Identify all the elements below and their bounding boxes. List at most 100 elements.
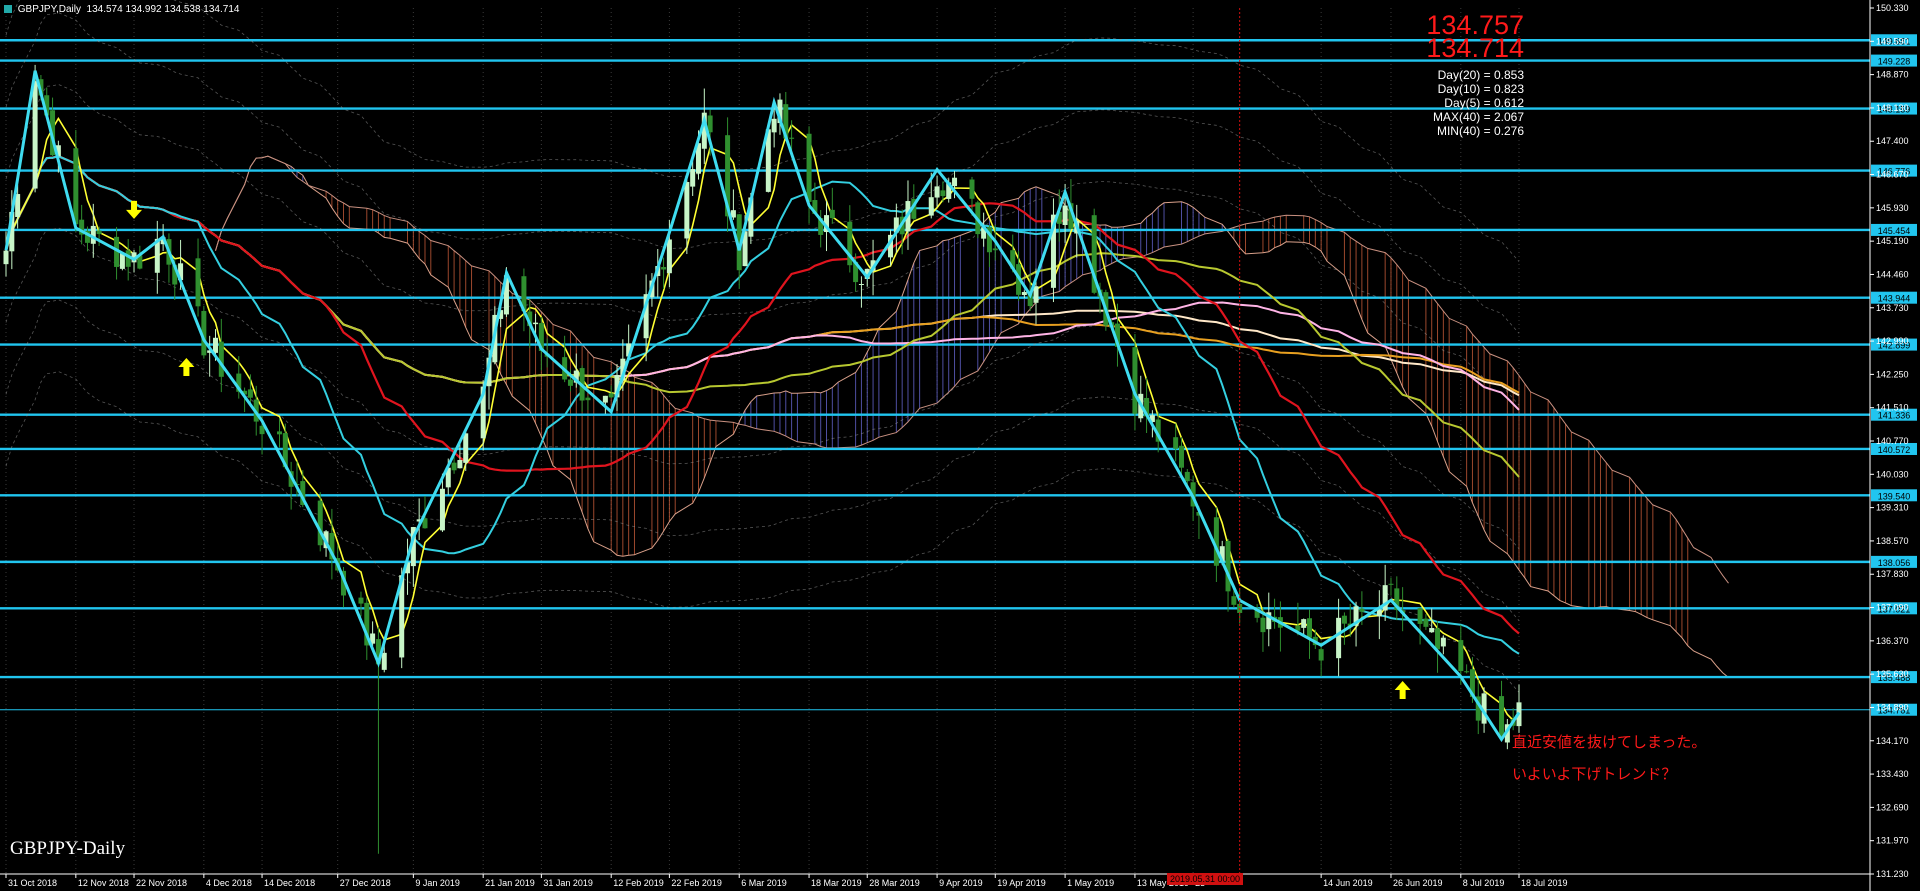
time-tick-label: 8 Jul 2019 (1463, 878, 1505, 888)
candle-body (567, 379, 573, 386)
price-low: 134.714 (1426, 33, 1524, 63)
candle-body (771, 118, 777, 133)
annotation-line-1: 直近安値を抜けてしまった。 (1512, 734, 1707, 751)
candle-body (1231, 596, 1237, 605)
candle-body (439, 488, 445, 531)
candle-body (463, 433, 469, 463)
time-tick-label: 18 Mar 2019 (811, 878, 862, 888)
candle-body (533, 322, 539, 325)
price-tick-label: 141.510 (1876, 403, 1909, 413)
candle-body (1417, 608, 1423, 624)
price-tick-label: 136.370 (1876, 636, 1909, 646)
price-tick-label: 131.230 (1876, 869, 1909, 879)
price-tick-label: 148.130 (1876, 103, 1909, 113)
candle-body (1440, 637, 1446, 647)
candle-body (928, 197, 934, 216)
candle-body (1458, 640, 1464, 672)
level-label: 140.572 (1878, 445, 1911, 455)
candle-body (858, 283, 864, 285)
price-tick-label: 133.430 (1876, 769, 1909, 779)
time-tick-label: 21 Jan 2019 (485, 878, 535, 888)
candle-body (789, 137, 795, 139)
info-panel: 134.757 134.714 Day(20) = 0.853 Day(10) … (1426, 12, 1524, 139)
time-tick-label: 19 Apr 2019 (997, 878, 1046, 888)
chart-header: GBPJPY,Daily 134.574 134.992 134.538 134… (4, 4, 239, 15)
candle-body (1301, 619, 1307, 628)
candle-body (585, 397, 591, 401)
candle-body (969, 179, 975, 199)
ohlc-values: 134.574 134.992 134.538 134.714 (86, 4, 240, 15)
price-tick-label: 131.970 (1876, 836, 1909, 846)
candle-body (602, 395, 608, 403)
price-tick-label: 140.030 (1876, 469, 1909, 479)
candle-body (96, 230, 102, 235)
price-tick-label: 149.590 (1876, 36, 1909, 46)
symbol-timeframe: GBPJPY,Daily (17, 4, 81, 15)
level-label: 149.228 (1878, 57, 1911, 67)
time-tick-label: 12 Feb 2019 (613, 878, 664, 888)
candle-body (277, 431, 283, 435)
time-tick-label: 9 Apr 2019 (939, 878, 983, 888)
candle-body (1464, 671, 1470, 673)
candle-body (806, 133, 812, 202)
candle-body (1388, 583, 1394, 585)
candle-body (1062, 205, 1068, 226)
candle-body (1359, 608, 1365, 612)
price-tick-label: 134.170 (1876, 736, 1909, 746)
price-tick-label: 140.770 (1876, 436, 1909, 446)
candle-body (690, 169, 696, 187)
candle-body (1132, 347, 1138, 414)
candle-body (1184, 471, 1190, 482)
candle-body (829, 209, 835, 219)
level-label: 139.540 (1878, 491, 1911, 501)
price-tick-label: 142.250 (1876, 369, 1909, 379)
candle-body (195, 258, 201, 307)
header-icon (4, 5, 12, 14)
level-label: 145.454 (1878, 226, 1911, 236)
candle-body (212, 337, 218, 353)
candle-body (684, 182, 690, 239)
price-tick-label: 143.730 (1876, 303, 1909, 313)
time-tick-label: 4 Dec 2018 (206, 878, 252, 888)
time-tick-label: 31 Oct 2018 (8, 878, 57, 888)
date-marker: 2019.05.31 00:00 (1167, 873, 1244, 885)
candle-body (381, 652, 387, 670)
time-tick-label: 22 Feb 2019 (671, 878, 722, 888)
candle-body (1423, 618, 1429, 627)
time-tick-label: 6 Mar 2019 (741, 878, 787, 888)
candle-body (317, 500, 323, 546)
time-tick-label: 1 May 2019 (1067, 878, 1114, 888)
price-tick-label: 148.870 (1876, 70, 1909, 80)
stat-day5: Day(5) = 0.612 (1444, 96, 1524, 110)
candle-body (1429, 628, 1435, 633)
candle-body (952, 177, 958, 187)
candle-body (1499, 696, 1505, 738)
price-tick-label: 145.190 (1876, 236, 1909, 246)
candle-body (1336, 617, 1342, 659)
time-tick-label: 26 Jun 2019 (1393, 878, 1443, 888)
time-tick-label: 9 Jan 2019 (415, 878, 460, 888)
candle-body (1435, 628, 1441, 650)
price-tick-label: 145.930 (1876, 203, 1909, 213)
candle-body (457, 460, 463, 469)
candle-body (661, 267, 667, 270)
price-tick-label: 134.890 (1876, 702, 1909, 712)
price-tick-label: 146.670 (1876, 170, 1909, 180)
candle-body (1033, 286, 1039, 303)
candle-body (1021, 292, 1027, 296)
stat-day20: Day(20) = 0.853 (1437, 68, 1524, 82)
candle-body (992, 248, 998, 251)
candle-body (1178, 445, 1184, 468)
watermark: GBPJPY-Daily (10, 838, 126, 859)
candle-body (940, 190, 946, 197)
candle-body (73, 148, 79, 225)
price-tick-label: 147.400 (1876, 136, 1909, 146)
time-tick-label: 22 Nov 2018 (136, 878, 187, 888)
time-tick-label: 14 Dec 2018 (264, 878, 315, 888)
candle-body (608, 393, 614, 398)
candle-body (1318, 649, 1324, 661)
time-tick-label: 12 Nov 2018 (78, 878, 129, 888)
price-tick-label: 139.310 (1876, 503, 1909, 513)
price-tick-label: 144.460 (1876, 269, 1909, 279)
candle-body (451, 462, 457, 471)
